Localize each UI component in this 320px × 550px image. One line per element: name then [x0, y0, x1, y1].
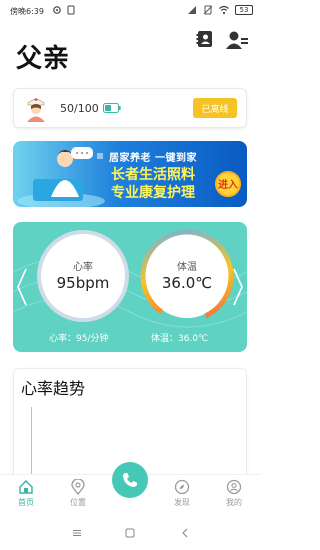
vitals-card: 心率 95bpm 体温 36.0℃ 心率：95/分钟 体温：36.0℃: [13, 222, 247, 352]
heart-rate-summary: 心率：95/分钟: [49, 334, 109, 344]
temperature-label: 体温: [177, 262, 197, 273]
system-home-icon[interactable]: [125, 528, 135, 538]
nav-label-mine: 我的: [226, 498, 242, 507]
signal-icon: [188, 6, 196, 14]
temperature-value: 36.0℃: [161, 274, 213, 292]
nav-item-location[interactable]: 位置: [58, 479, 98, 515]
banner-line-2: 长者生活照料: [111, 167, 195, 183]
nav-item-mine[interactable]: 我的: [214, 479, 254, 515]
device-count: 50/100: [60, 102, 99, 115]
banner-enter-button[interactable]: 进入: [215, 171, 241, 197]
trend-title: 心率趋势: [21, 379, 86, 398]
nav-item-home[interactable]: 首页: [6, 479, 46, 515]
call-button[interactable]: [112, 462, 148, 498]
battery-icon: [103, 103, 121, 113]
nurse-icon: [27, 98, 45, 122]
status-time: 傍晚6:39: [10, 7, 44, 16]
add-user-icon[interactable]: [226, 30, 248, 50]
system-navigation-bar: [0, 518, 261, 550]
banner-line-1: 居家养老 一键到家: [109, 153, 197, 164]
heart-rate-value: 95bpm: [56, 274, 110, 292]
battery-indicator: 53: [235, 5, 253, 15]
nav-label-discover: 发现: [174, 498, 190, 507]
location-icon: [71, 479, 85, 495]
sim-icon: [67, 5, 75, 15]
menu-icon[interactable]: [72, 528, 82, 538]
nav-item-discover[interactable]: 发现: [162, 479, 202, 515]
temperature-summary: 体温：36.0℃: [151, 334, 209, 344]
heart-rate-gauge: 心率 95bpm: [41, 234, 125, 318]
temperature-gauge: 体温 36.0℃: [140, 229, 234, 323]
home-icon: [19, 479, 33, 494]
promo-banner[interactable]: 居家养老 一键到家 长者生活照料 专业康复护理 进入: [13, 141, 247, 207]
banner-line-3: 专业康复护理: [111, 185, 195, 201]
wifi-icon: [219, 5, 229, 15]
no-sim-icon: [203, 5, 213, 15]
heart-rate-label: 心率: [73, 262, 93, 273]
profile-icon: [226, 479, 242, 495]
offline-status-button[interactable]: 已离线: [193, 98, 237, 118]
nav-label-location: 位置: [70, 498, 86, 507]
nav-label-home: 首页: [18, 498, 34, 507]
previous-arrow-icon[interactable]: [15, 267, 29, 307]
status-bar: 傍晚6:39 53: [0, 0, 261, 24]
device-card: 50/100 已离线: [13, 88, 247, 128]
settings-icon: [53, 6, 61, 14]
back-icon[interactable]: [180, 528, 190, 538]
phone-icon: [123, 473, 137, 487]
contacts-icon[interactable]: [196, 30, 214, 48]
page-title: 父亲: [16, 44, 71, 74]
compass-icon: [174, 479, 190, 495]
